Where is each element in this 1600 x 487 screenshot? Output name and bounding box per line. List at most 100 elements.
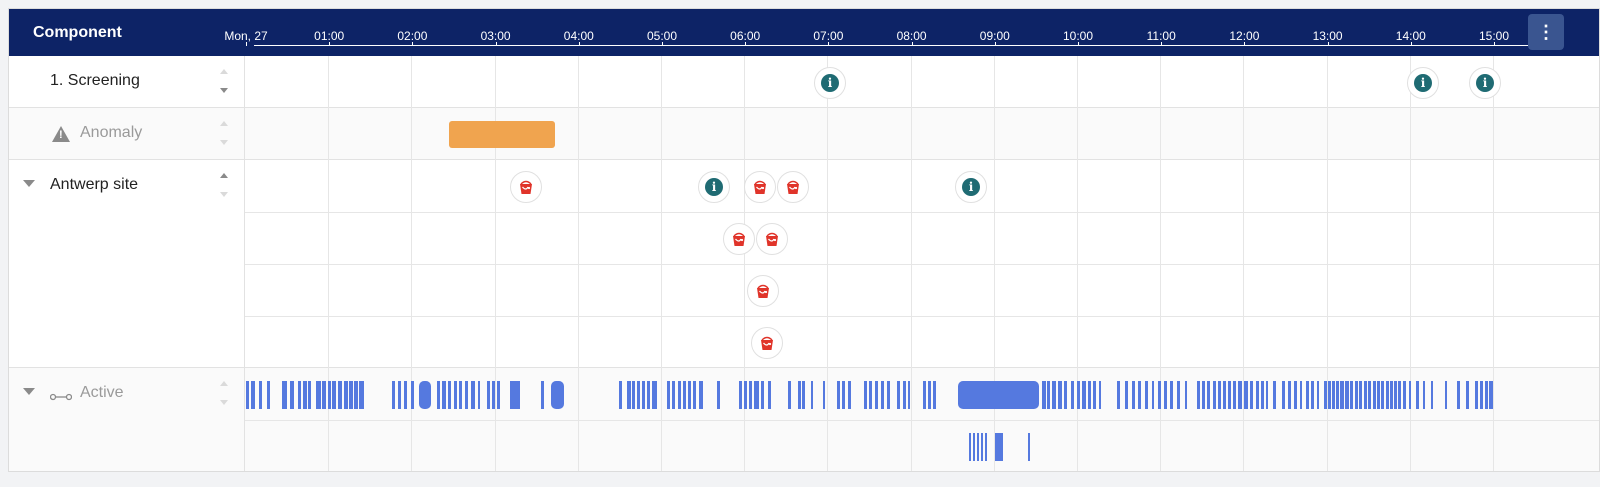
active-period-bar[interactable] xyxy=(933,381,936,409)
active-period-bar[interactable] xyxy=(471,381,475,409)
active-period-bar[interactable] xyxy=(977,433,979,461)
active-period-bar[interactable] xyxy=(1266,381,1268,409)
active-period-bar[interactable] xyxy=(995,433,1003,461)
active-period-bar[interactable] xyxy=(897,381,900,409)
active-period-bar[interactable] xyxy=(1345,381,1349,409)
active-period-bar[interactable] xyxy=(1125,381,1128,409)
active-period-bar[interactable] xyxy=(459,381,462,409)
active-period-bar[interactable] xyxy=(1489,381,1493,409)
active-period-bar[interactable] xyxy=(985,433,987,461)
active-period-bar[interactable] xyxy=(1177,381,1180,409)
active-period-bar[interactable] xyxy=(1238,381,1242,409)
active-period-bar[interactable] xyxy=(359,381,364,409)
info-event-marker[interactable]: i xyxy=(698,171,730,203)
bucket-event-marker[interactable] xyxy=(510,171,542,203)
active-period-bar[interactable] xyxy=(487,381,490,409)
bucket-event-marker[interactable] xyxy=(756,223,788,255)
active-period-bar[interactable] xyxy=(1117,381,1120,409)
collapse-chevron-icon[interactable] xyxy=(23,388,35,395)
active-period-bar[interactable] xyxy=(632,381,635,409)
bucket-event-marker[interactable] xyxy=(744,171,776,203)
active-period-bar[interactable] xyxy=(908,381,910,409)
active-period-bar[interactable] xyxy=(303,381,307,409)
active-period-bar[interactable] xyxy=(837,381,840,409)
active-period-bar[interactable] xyxy=(419,381,431,409)
active-period-bar[interactable] xyxy=(1099,381,1101,409)
active-period-bar[interactable] xyxy=(1088,381,1091,409)
active-period-bar[interactable] xyxy=(1306,381,1309,409)
active-period-bar[interactable] xyxy=(627,381,631,409)
sort-down-icon[interactable] xyxy=(220,140,228,145)
active-period-bar[interactable] xyxy=(510,381,520,409)
bucket-event-marker[interactable] xyxy=(747,275,779,307)
active-period-bar[interactable] xyxy=(1158,381,1161,409)
active-period-bar[interactable] xyxy=(1256,381,1259,409)
sort-up-icon[interactable] xyxy=(220,69,228,74)
active-period-bar[interactable] xyxy=(619,381,622,409)
active-period-bar[interactable] xyxy=(1409,381,1411,409)
active-period-bar[interactable] xyxy=(875,381,878,409)
active-period-bar[interactable] xyxy=(1197,381,1200,409)
active-period-bar[interactable] xyxy=(1028,433,1030,461)
anomaly-bar[interactable] xyxy=(449,121,555,148)
active-period-bar[interactable] xyxy=(693,381,696,409)
active-period-bar[interactable] xyxy=(1403,381,1406,409)
active-period-bar[interactable] xyxy=(869,381,872,409)
active-period-bar[interactable] xyxy=(1071,381,1074,409)
active-period-bar[interactable] xyxy=(1350,381,1353,409)
active-period-bar[interactable] xyxy=(308,381,311,409)
active-period-bar[interactable] xyxy=(1164,381,1167,409)
active-period-bar[interactable] xyxy=(1228,381,1231,409)
sort-up-icon[interactable] xyxy=(220,381,228,386)
active-period-bar[interactable] xyxy=(1416,381,1419,409)
active-period-bar[interactable] xyxy=(259,381,262,409)
active-period-bar[interactable] xyxy=(344,381,348,409)
active-period-bar[interactable] xyxy=(404,381,407,409)
active-period-bar[interactable] xyxy=(811,381,813,409)
sort-down-icon[interactable] xyxy=(220,400,228,405)
active-period-bar[interactable] xyxy=(1445,381,1447,409)
active-period-bar[interactable] xyxy=(802,381,805,409)
bucket-event-marker[interactable] xyxy=(777,171,809,203)
active-period-bar[interactable] xyxy=(1294,381,1297,409)
active-period-bar[interactable] xyxy=(316,381,321,409)
sort-down-icon[interactable] xyxy=(220,88,228,93)
active-period-bar[interactable] xyxy=(848,381,851,409)
sort-up-icon[interactable] xyxy=(220,173,228,178)
active-period-bar[interactable] xyxy=(448,381,451,409)
active-period-bar[interactable] xyxy=(637,381,640,409)
info-event-marker[interactable]: i xyxy=(814,67,846,99)
active-period-bar[interactable] xyxy=(683,381,686,409)
active-period-bar[interactable] xyxy=(1332,381,1335,409)
collapse-chevron-icon[interactable] xyxy=(23,180,35,187)
active-period-bar[interactable] xyxy=(1381,381,1384,409)
active-period-bar[interactable] xyxy=(754,381,759,409)
active-period-bar[interactable] xyxy=(1457,381,1460,409)
active-period-bar[interactable] xyxy=(761,381,764,409)
active-period-bar[interactable] xyxy=(969,433,971,461)
active-period-bar[interactable] xyxy=(1244,381,1248,409)
active-period-bar[interactable] xyxy=(1223,381,1226,409)
active-period-bar[interactable] xyxy=(699,381,703,409)
active-period-bar[interactable] xyxy=(1233,381,1236,409)
active-period-bar[interactable] xyxy=(1273,381,1276,409)
active-period-bar[interactable] xyxy=(1359,381,1362,409)
active-period-bar[interactable] xyxy=(437,381,440,409)
active-period-bar[interactable] xyxy=(338,381,342,409)
active-period-bar[interactable] xyxy=(290,381,294,409)
active-period-bar[interactable] xyxy=(398,381,401,409)
active-period-bar[interactable] xyxy=(465,381,468,409)
active-period-bar[interactable] xyxy=(411,381,414,409)
active-period-bar[interactable] xyxy=(1170,381,1173,409)
active-period-bar[interactable] xyxy=(454,381,457,409)
active-period-bar[interactable] xyxy=(492,381,495,409)
active-period-bar[interactable] xyxy=(1364,381,1367,409)
active-period-bar[interactable] xyxy=(1052,381,1056,409)
active-period-bar[interactable] xyxy=(1386,381,1389,409)
active-period-bar[interactable] xyxy=(322,381,326,409)
active-period-bar[interactable] xyxy=(652,381,657,409)
active-period-bar[interactable] xyxy=(1042,381,1046,409)
active-period-bar[interactable] xyxy=(478,381,480,409)
active-period-bar[interactable] xyxy=(928,381,931,409)
active-period-bar[interactable] xyxy=(744,381,747,409)
